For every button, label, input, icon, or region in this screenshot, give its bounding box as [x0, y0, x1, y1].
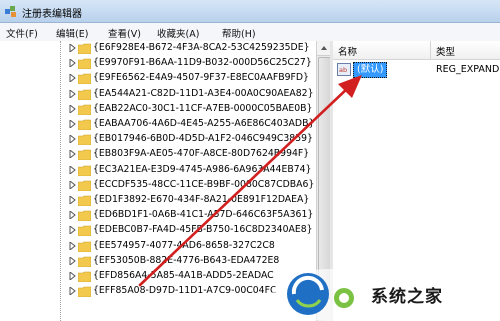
tree-item[interactable]: {ED6BD1F1-0A6B-41C1-A57D-646C63F5A361} [0, 208, 316, 223]
folder-icon [78, 89, 91, 100]
tree-item-label: {E9FE6562-E4A9-4507-9F37-E8EC0AAFB9FD} [93, 72, 309, 84]
expand-arrow-icon[interactable] [69, 44, 76, 52]
folder-icon [78, 165, 91, 176]
tree-item[interactable]: {EE574957-4077-4AD6-8658-327C2C8 [0, 239, 316, 254]
folder-icon [78, 256, 91, 267]
folder-icon [78, 271, 91, 282]
tree-item[interactable]: {E9FE6562-E4A9-4507-9F37-E8EC0AAFB9FD} [0, 71, 316, 86]
expand-arrow-icon[interactable] [69, 180, 76, 189]
menu-bar: 文件(F) 编辑(E) 查看(V) 收藏夹(A) 帮助(H) [0, 23, 500, 42]
menu-favorites[interactable]: 收藏夹(A) [157, 26, 199, 40]
tree-item-label: {EAB22AC0-30C1-11CF-A7EB-0000C05BAE0B} [93, 102, 313, 114]
svg-text:ab: ab [339, 66, 347, 74]
tree-item-label: {EFD856A4-5A85-4A1B-ADD5-2EADAC [93, 270, 274, 281]
folder-icon [78, 134, 91, 146]
tree-item[interactable]: {EFD856A4-5A85-4A1B-ADD5-2EADAC [0, 269, 316, 284]
tree-item-label: {EE574957-4077-4AD6-8658-327C2C8 [93, 239, 275, 251]
expand-arrow-icon[interactable] [69, 89, 76, 98]
value-name[interactable]: (默认) [353, 62, 388, 78]
tree-item-label: {EABAA706-4A6D-4E45-A255-A6E86C403ADB} [93, 118, 315, 129]
folder-icon [78, 150, 91, 161]
tree-item-label: {ECCDF535-48CC-11CE-B9BF-0080C87CDBA6} [93, 178, 315, 190]
expand-arrow-icon[interactable] [69, 165, 76, 174]
tree-item[interactable]: {ECCDF535-48CC-11CE-B9BF-0080C87CDBA6} [0, 178, 316, 193]
folder-icon [78, 119, 91, 130]
folder-icon [78, 104, 91, 115]
expand-arrow-icon[interactable] [69, 287, 76, 296]
expand-arrow-icon[interactable] [69, 135, 76, 144]
expand-arrow-icon[interactable] [69, 211, 76, 220]
value-type: REG_EXPAND [436, 64, 500, 75]
tree-item[interactable]: {EB803F9A-AE05-470F-A8CE-80D7624B994F} [0, 147, 316, 162]
expand-arrow-icon[interactable] [69, 226, 76, 235]
title-bar: 注册表编辑器 [0, 0, 500, 23]
folder-icon [78, 195, 91, 206]
tree-item[interactable]: {EFF85A08-D97D-11D1-A7C9-00C04FC [0, 284, 316, 299]
tree-item[interactable]: {EDEBC0B7-FA4D-45FB-B750-16C8D2340AE8} [0, 223, 316, 238]
tree-item[interactable]: {EF53050B-882E-4776-B643-EDA472E8 [0, 254, 316, 269]
tree-item-label: {E9970F91-B6AA-11D9-B032-000D56C25C27} [93, 57, 312, 69]
menu-edit[interactable]: 编辑(E) [56, 26, 88, 40]
folder-icon [78, 180, 91, 191]
expand-arrow-icon[interactable] [69, 104, 76, 113]
watermark-text: 系统之家 [371, 287, 443, 307]
expand-arrow-icon[interactable] [69, 59, 76, 68]
tree-item[interactable]: {EB017946-6B0D-4D5D-A1F2-046C949C3859} [0, 132, 316, 147]
tree-item-label: {EDEBC0B7-FA4D-45FB-B750-16C8D2340AE8} [93, 224, 313, 236]
tree-item-label: {EF53050B-882E-4776-B643-EDA472E8 [93, 254, 280, 266]
column-header-type[interactable]: 类型 [431, 41, 500, 60]
expand-arrow-icon[interactable] [69, 150, 76, 159]
expand-arrow-icon[interactable] [69, 272, 76, 280]
tree-item-label: {E6F928E4-B672-4F3A-8CA2-53C4259235DE} [93, 42, 310, 53]
tree-item[interactable]: {ED1F3892-E670-434F-8A21-0E891F12DAEA} [0, 193, 316, 208]
value-row[interactable]: ab (默认) REG_EXPAND [333, 61, 500, 78]
folder-icon [78, 286, 91, 298]
expand-arrow-icon[interactable] [69, 256, 76, 265]
chevron-up-icon [321, 46, 327, 50]
registry-tree[interactable]: {E6F928E4-B672-4F3A-8CA2-53C4259235DE} {… [0, 41, 316, 321]
expand-arrow-icon[interactable] [69, 241, 76, 250]
tree-guide-line [60, 41, 62, 321]
expand-arrow-icon[interactable] [69, 74, 76, 83]
tree-item[interactable]: {EC3A21EA-E3D9-4745-A986-6A963A44EB74} [0, 163, 316, 178]
folder-icon [78, 58, 91, 70]
tree-item-label: {EB803F9A-AE05-470F-A8CE-80D7624B994F} [93, 148, 310, 160]
string-value-icon: ab [337, 63, 351, 76]
tree-item[interactable]: {EABAA706-4A6D-4E45-A255-A6E86C403ADB} [0, 117, 316, 132]
regedit-icon [5, 6, 16, 17]
tree-item[interactable]: {E9970F91-B6AA-11D9-B032-000D56C25C27} [0, 56, 316, 71]
folder-icon [78, 241, 91, 252]
tree-item[interactable]: {EA544A21-C82D-11D1-A3E4-00A0C90AEA82} [0, 87, 316, 102]
tree-item[interactable]: {EAB22AC0-30C1-11CF-A7EB-0000C05BAE0B} [0, 102, 316, 117]
expand-arrow-icon[interactable] [69, 196, 76, 204]
folder-icon [78, 43, 91, 54]
tree-item-label: {EC3A21EA-E3D9-4745-A986-6A963A44EB74} [93, 163, 312, 175]
tree-item-label: {EA544A21-C82D-11D1-A3E4-00A0C90AEA82} [93, 87, 314, 99]
tree-item-label: {ED6BD1F1-0A6B-41C1-A57D-646C63F5A361} [93, 209, 314, 221]
menu-help[interactable]: 帮助(H) [222, 26, 256, 40]
folder-icon [78, 74, 91, 85]
folder-icon [78, 210, 91, 222]
tree-item-label: {EB017946-6B0D-4D5D-A1F2-046C949C3859} [93, 133, 313, 145]
expand-arrow-icon[interactable] [69, 120, 76, 128]
column-header-name[interactable]: 名称 [333, 41, 431, 60]
folder-icon [78, 226, 91, 237]
tree-item-label: {EFF85A08-D97D-11D1-A7C9-00C04FC [93, 285, 277, 297]
menu-view[interactable]: 查看(V) [108, 26, 141, 40]
menu-file[interactable]: 文件(F) [6, 26, 38, 40]
tree-item[interactable]: {E6F928E4-B672-4F3A-8CA2-53C4259235DE} [0, 41, 316, 56]
window-title: 注册表编辑器 [22, 9, 82, 20]
tree-item-label: {ED1F3892-E670-434F-8A21-0E891F12DAEA} [93, 194, 310, 205]
scroll-up-button[interactable] [317, 41, 331, 56]
